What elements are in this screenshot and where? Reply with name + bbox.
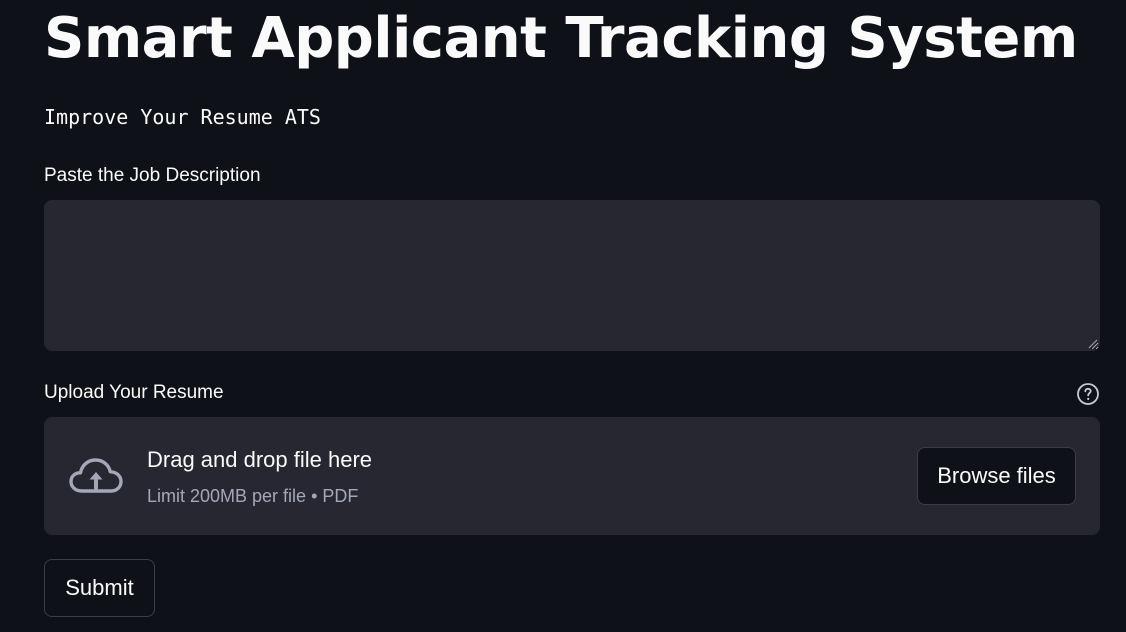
cloud-upload-icon — [69, 458, 123, 493]
page-title: Smart Applicant Tracking System — [44, 6, 1078, 71]
dropzone-limit-text: Limit 200MB per file • PDF — [147, 486, 359, 506]
submit-button[interactable]: Submit — [44, 559, 155, 617]
job-description-label: Paste the Job Description — [44, 165, 261, 186]
resume-upload-label: Upload Your Resume — [44, 382, 224, 403]
dropzone-title: Drag and drop file here — [147, 447, 373, 472]
browse-files-button[interactable]: Browse files — [917, 447, 1076, 505]
file-dropzone[interactable]: Drag and drop file here Limit 200MB per … — [44, 417, 1100, 535]
job-description-textarea[interactable] — [44, 200, 1100, 351]
app-container: Smart Applicant Tracking System Improve … — [0, 0, 1126, 632]
page-subtitle: Improve Your Resume ATS — [44, 105, 321, 129]
question-circle-icon[interactable] — [1076, 382, 1100, 406]
